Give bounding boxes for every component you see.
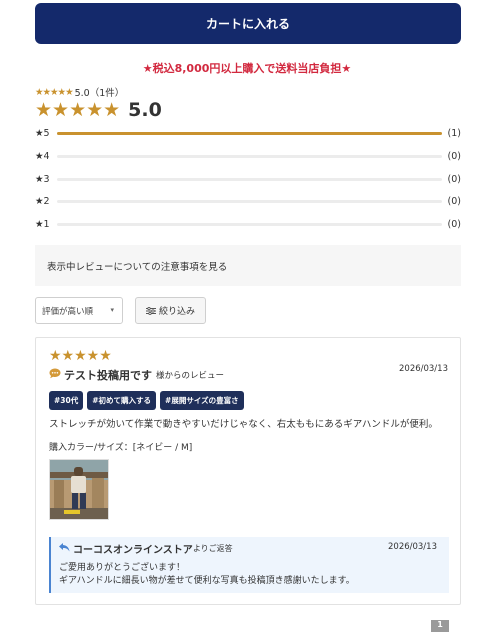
rating-row-count: (1) [447,127,461,139]
rating-row-label: ★3 [35,173,50,185]
review-notice-label: 表示中レビューについての注意事項を見る [47,261,228,273]
review-card: ★★★★★ テスト投稿用です 様からのレビュー 2026/03/13 #30代 … [35,337,461,605]
rating-row-2[interactable]: ★2 (0) [35,194,461,208]
sort-select[interactable]: 評価が高い順 ▾ [35,297,123,324]
reply-line: ご愛用ありがとうございます！ [59,563,186,573]
review-tags: #30代 #初めて購入する #展開サイズの豊富さ [49,391,244,410]
review-tag[interactable]: #30代 [49,391,84,410]
add-to-cart-button[interactable]: カートに入れる [35,3,461,44]
rating-row-label: ★2 [35,195,50,207]
reviewer-suffix: 様からのレビュー [156,371,225,381]
rating-row-count: (0) [447,173,461,185]
rating-row-3[interactable]: ★3 (0) [35,172,461,186]
review-photo[interactable] [49,459,109,520]
rating-bar [57,131,442,135]
review-stars: ★★★★★ [49,348,112,364]
chevron-down-icon: ▾ [110,306,114,314]
filter-icon [145,306,156,315]
filter-button-label: 絞り込み [158,307,195,317]
review-photo-image [50,460,108,519]
rating-average-small: 5.0（1件） [74,88,125,99]
rating-average-large: 5.0 [128,99,162,121]
review-tag[interactable]: #展開サイズの豊富さ [160,391,244,410]
rating-row-label: ★5 [35,127,50,139]
reply-date: 2026/03/13 [388,542,437,552]
rating-bar [57,154,442,158]
shop-reply: コーコスオンラインストア よりご返答 2026/03/13 ご愛用ありがとうござ… [49,537,449,593]
reply-header: コーコスオンラインストア よりご返答 [59,541,441,556]
reply-text: ご愛用ありがとうございます！ ギアハンドルに細長い物が差せて便利な写真も投稿頂き… [59,562,441,588]
rating-summary-large: ★★★★★ 5.0 [35,99,162,121]
sort-selected-value: 評価が高い順 [42,306,94,317]
rating-row-5[interactable]: ★5 (1) [35,126,461,140]
rating-row-count: (0) [447,150,461,162]
rating-summary-small: ★★★★★ 5.0（1件） [35,85,125,100]
reply-shop-name: コーコスオンラインストア [73,545,193,556]
rating-stars-large: ★★★★★ [35,99,121,121]
rating-bar [57,199,442,203]
purchase-info: 購入カラー/サイズ：[ネイビー / M] [49,443,193,453]
review-tag[interactable]: #初めて購入する [87,391,157,410]
rating-stars-small: ★★★★★ [35,86,74,98]
reply-shop-suffix: よりご返答 [192,544,233,553]
rating-bar [57,222,442,226]
rating-row-count: (0) [447,218,461,230]
reply-arrow-icon [59,542,70,555]
rating-row-label: ★1 [35,218,50,230]
rating-row-1[interactable]: ★1 (0) [35,217,461,231]
pagination-current-page[interactable]: 1 [431,620,449,632]
review-date: 2026/03/13 [399,364,448,374]
reply-line: ギアハンドルに細長い物が差せて便利な写真も投稿頂き感謝いたします。 [59,576,355,587]
rating-row-4[interactable]: ★4 (0) [35,149,461,163]
rating-row-label: ★4 [35,150,50,162]
filter-button[interactable]: 絞り込み [135,297,206,324]
review-title: テスト投稿用です 様からのレビュー [49,367,224,383]
rating-bar-fill [57,131,442,135]
speech-bubble-icon [49,368,61,382]
shipping-promo: ★税込8,000円以上購入で送料当店負担★ [142,62,352,75]
review-notice-link[interactable]: 表示中レビューについての注意事項を見る [35,245,461,286]
rating-bar [57,177,442,181]
review-body: ストレッチが効いて作業で動きやすいだけじゃなく、右太ももにあるギアハンドルが便利… [49,419,438,430]
rating-row-count: (0) [447,195,461,207]
reviewer-name: テスト投稿用です [64,369,152,382]
